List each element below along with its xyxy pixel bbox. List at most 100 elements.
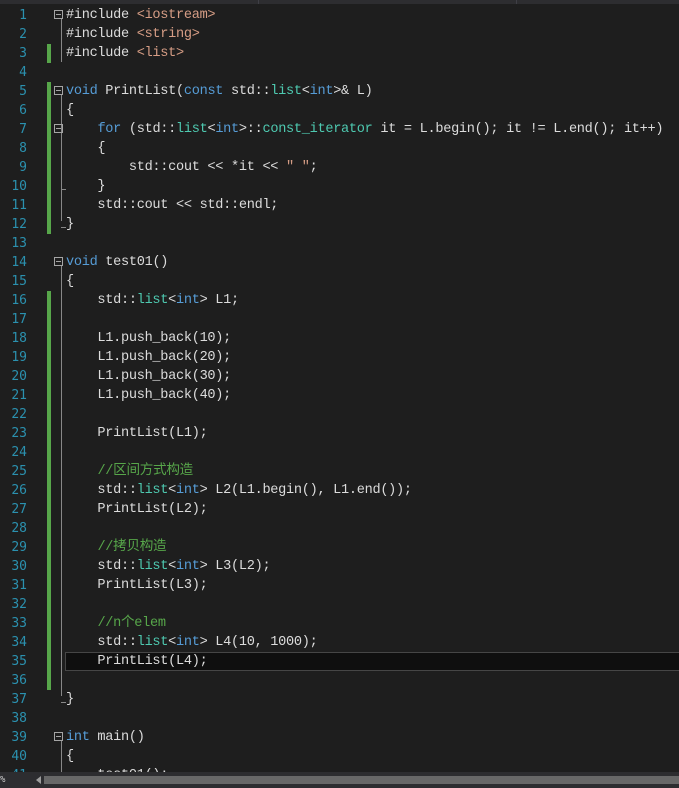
code-text[interactable]: L1.push_back(20); xyxy=(66,348,231,367)
zoom-level[interactable]: % xyxy=(0,775,25,786)
code-line[interactable]: 24 xyxy=(0,443,679,462)
code-line[interactable]: 23 PrintList(L1); xyxy=(0,424,679,443)
code-token: > L2(L1.begin(), L1.end()); xyxy=(199,483,412,498)
code-text[interactable]: L1.push_back(40); xyxy=(66,386,231,405)
code-line[interactable]: 36 xyxy=(0,671,679,690)
code-line[interactable]: 15 { xyxy=(0,272,679,291)
horizontal-scrollbar[interactable] xyxy=(44,776,679,784)
code-line[interactable]: 10 } xyxy=(0,177,679,196)
code-line[interactable]: 35 PrintList(L4); xyxy=(0,652,679,671)
code-text[interactable]: std::list<int> L2(L1.begin(), L1.end()); xyxy=(66,481,412,500)
code-line[interactable]: 29 //拷贝构造 xyxy=(0,538,679,557)
code-line[interactable]: 28 xyxy=(0,519,679,538)
code-text[interactable]: std::list<int> L4(10, 1000); xyxy=(66,633,317,652)
code-text[interactable]: { xyxy=(66,139,105,158)
code-text[interactable]: L1.push_back(30); xyxy=(66,367,231,386)
code-token: //拷贝构造 xyxy=(97,540,167,555)
code-text[interactable]: //n个elem xyxy=(66,614,166,633)
scroll-left-arrow-icon[interactable] xyxy=(36,776,41,784)
code-text[interactable]: PrintList(L3); xyxy=(66,576,207,595)
code-token: int xyxy=(215,122,239,137)
code-line[interactable]: 34 std::list<int> L4(10, 1000); xyxy=(0,633,679,652)
code-line[interactable]: 19 L1.push_back(20); xyxy=(0,348,679,367)
code-line[interactable]: 9 std::cout << *it << " "; xyxy=(0,158,679,177)
code-text[interactable]: #include <iostream> xyxy=(66,6,216,25)
change-marker xyxy=(47,329,51,348)
code-text[interactable]: std::list<int> L3(L2); xyxy=(66,557,270,576)
code-line[interactable]: 13 xyxy=(0,234,679,253)
code-line[interactable]: 7 for (std::list<int>::const_iterator it… xyxy=(0,120,679,139)
code-line[interactable]: 40 { xyxy=(0,747,679,766)
code-line[interactable]: 11 std::cout << std::endl; xyxy=(0,196,679,215)
code-text[interactable]: { xyxy=(66,747,74,766)
code-line[interactable]: 2 #include <string> xyxy=(0,25,679,44)
fold-minus-icon[interactable] xyxy=(54,257,63,266)
code-text[interactable]: std::cout << std::endl; xyxy=(66,196,278,215)
change-marker xyxy=(47,462,51,481)
code-text[interactable]: std::list<int> L1; xyxy=(66,291,239,310)
code-line[interactable]: 8 { xyxy=(0,139,679,158)
code-text[interactable]: void test01() xyxy=(66,253,168,272)
code-line[interactable]: 32 xyxy=(0,595,679,614)
code-text[interactable]: for (std::list<int>::const_iterator it =… xyxy=(66,120,663,139)
code-text[interactable]: std::cout << *it << " "; xyxy=(66,158,318,177)
code-text[interactable]: //拷贝构造 xyxy=(66,538,166,557)
code-line[interactable]: 39 int main() xyxy=(0,728,679,747)
fold-minus-icon[interactable] xyxy=(54,124,63,133)
change-marker xyxy=(47,671,51,690)
code-line[interactable]: 26 std::list<int> L2(L1.begin(), L1.end(… xyxy=(0,481,679,500)
change-marker xyxy=(47,196,51,215)
code-text[interactable]: } xyxy=(66,177,105,196)
code-line[interactable]: 31 PrintList(L3); xyxy=(0,576,679,595)
line-number: 34 xyxy=(11,635,27,650)
code-token: PrintList(L4); xyxy=(66,654,208,669)
fold-minus-icon[interactable] xyxy=(54,732,63,741)
code-line[interactable]: 21 L1.push_back(40); xyxy=(0,386,679,405)
code-line[interactable]: 30 std::list<int> L3(L2); xyxy=(0,557,679,576)
code-text[interactable]: PrintList(L1); xyxy=(66,424,207,443)
code-line[interactable]: 1 #include <iostream> xyxy=(0,6,679,25)
code-text[interactable]: PrintList(L4); xyxy=(66,652,207,671)
code-line[interactable]: 20 L1.push_back(30); xyxy=(0,367,679,386)
code-text[interactable]: #include <list> xyxy=(66,44,184,63)
code-line[interactable]: 37} xyxy=(0,690,679,709)
code-token: >& L) xyxy=(333,84,373,99)
code-line[interactable]: 17 xyxy=(0,310,679,329)
code-line[interactable]: 22 xyxy=(0,405,679,424)
code-text[interactable]: int main() xyxy=(66,728,145,747)
code-text[interactable]: L1.push_back(10); xyxy=(66,329,231,348)
code-text[interactable]: } xyxy=(66,215,74,234)
code-line[interactable]: 3 #include <list> xyxy=(0,44,679,63)
code-text[interactable]: #include <string> xyxy=(66,25,200,44)
code-token: const_iterator xyxy=(262,122,373,137)
code-line[interactable]: 12} xyxy=(0,215,679,234)
code-line[interactable]: 14 void test01() xyxy=(0,253,679,272)
code-text[interactable]: //区间方式构造 xyxy=(66,462,193,481)
code-line[interactable]: 33 //n个elem xyxy=(0,614,679,633)
code-text[interactable]: { xyxy=(66,272,74,291)
code-text[interactable]: { xyxy=(66,101,74,120)
code-line[interactable]: 6{ xyxy=(0,101,679,120)
code-line[interactable]: 27 PrintList(L2); xyxy=(0,500,679,519)
line-number: 37 xyxy=(11,692,27,707)
code-line[interactable]: 38 xyxy=(0,709,679,728)
code-text[interactable]: PrintList(L2); xyxy=(66,500,207,519)
horizontal-scrollbar-thumb[interactable] xyxy=(44,776,679,784)
line-number: 36 xyxy=(11,673,27,688)
code-line[interactable]: 5 void PrintList(const std::list<int>& L) xyxy=(0,82,679,101)
fold-minus-icon[interactable] xyxy=(54,86,63,95)
code-line[interactable]: 4 xyxy=(0,63,679,82)
code-line[interactable]: 18 L1.push_back(10); xyxy=(0,329,679,348)
code-line[interactable]: 25 //区间方式构造 xyxy=(0,462,679,481)
code-text[interactable]: } xyxy=(66,690,74,709)
change-marker xyxy=(47,101,51,120)
change-marker xyxy=(47,310,51,329)
change-marker xyxy=(47,215,51,234)
fold-minus-icon[interactable] xyxy=(54,10,63,19)
code-editor[interactable]: 1 #include <iostream> 2 #include <string> 3 #… xyxy=(0,5,679,772)
code-line[interactable]: 16 std::list<int> L1; xyxy=(0,291,679,310)
change-marker xyxy=(47,614,51,633)
code-text[interactable]: void PrintList(const std::list<int>& L) xyxy=(66,82,373,101)
code-token: list xyxy=(136,293,169,308)
code-token: list xyxy=(136,559,169,574)
